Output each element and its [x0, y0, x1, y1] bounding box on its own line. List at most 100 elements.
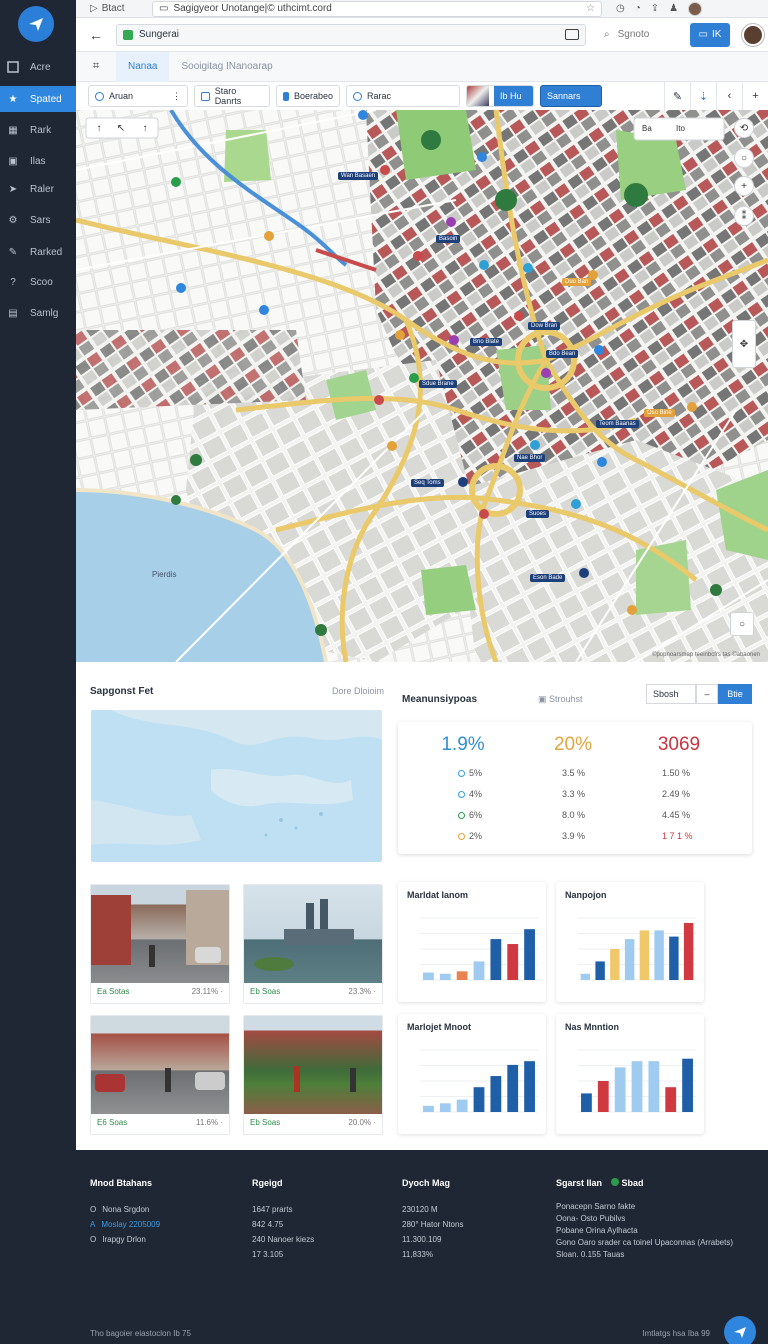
compass-icon[interactable]: ⟲	[734, 118, 754, 138]
map-pill[interactable]: Duo Ban	[562, 278, 592, 286]
footer-link[interactable]: O Irapgy Drlon	[90, 1232, 160, 1247]
locate-icon[interactable]: ○	[734, 148, 754, 168]
find-control[interactable]: ⌕ Sgnoto	[604, 29, 674, 40]
cursor-icon[interactable]: ↖	[112, 120, 130, 136]
map-pill[interactable]: Eson Bade	[530, 574, 566, 582]
sidebar-item-4[interactable]: ➤ Raler	[0, 176, 76, 202]
photo-card[interactable]: Eb Soas 20.0% ·	[243, 1015, 383, 1135]
map-filter-text2[interactable]: Ito	[676, 124, 685, 133]
pointer-icon[interactable]: ↑	[90, 120, 108, 136]
zoom-in-button[interactable]: +	[734, 176, 754, 196]
filter-label: Aruan	[109, 91, 134, 101]
window-icon[interactable]	[565, 29, 579, 40]
section-subtitle-right[interactable]: ▣ Strouhst	[538, 694, 583, 705]
sidebar-item-6[interactable]: ✎ Rarked	[0, 239, 76, 265]
sidebar-item-7[interactable]: ? Scoo	[0, 269, 76, 295]
map-pill[interactable]: Bdo Bean	[546, 350, 579, 358]
sidebar-item-8[interactable]: ▤ Samlg	[0, 300, 76, 326]
edit-icon[interactable]: ✎	[664, 82, 690, 110]
layers-icon[interactable]: ⁑	[734, 206, 754, 226]
sidebar-item-2[interactable]: ▦ Rark	[0, 117, 76, 143]
stat-cell-text: 2%	[469, 831, 483, 841]
seg-input[interactable]: Sbosh	[646, 684, 696, 704]
back-icon: ▷	[90, 3, 98, 14]
apps-icon[interactable]: ⌗	[76, 60, 116, 73]
sidebar-item-3[interactable]: ▣ Ilas	[0, 148, 76, 174]
arrow-left-icon[interactable]: ←	[76, 27, 116, 43]
map-filter-text[interactable]: Ba	[642, 124, 652, 133]
app-logo[interactable]	[18, 6, 54, 42]
chart-card[interactable]: Marlojet Mnoot	[398, 1014, 546, 1134]
filter-chip[interactable]: Boerabeo	[276, 85, 340, 107]
sidebar: Acre ★ Spated ▦ Rark ▣ Ilas ➤ Raler ⚙ Sars ✎ R…	[0, 0, 76, 1344]
map-pill[interactable]: Teom Baanas	[596, 420, 639, 428]
map-view[interactable]: ↑ ↖ ↑ Ba Ito ⟲ ○ + ⁑ ✥ ○ Pierdis Wan Bas…	[76, 110, 768, 662]
photo-value: 23.11% ·	[191, 987, 223, 996]
street-photo	[91, 1016, 229, 1114]
overview-minimap[interactable]	[91, 710, 382, 862]
browser-back-button[interactable]: ▷ Btact	[90, 3, 140, 14]
filter-chip[interactable]: Rarac	[346, 85, 460, 107]
filter-chip[interactable]: Aruan ⋮	[88, 85, 188, 107]
address-bar[interactable]: ▭ Sagigyeor Unotange|© uthcimt.cord ☆	[152, 0, 602, 17]
filter-chip-thumbnail[interactable]: Ib Hu	[466, 85, 534, 107]
search-input[interactable]: Sungerai	[116, 23, 586, 46]
bar	[631, 1061, 643, 1112]
filter-bar: Aruan ⋮ Staro Danrts Boerabeo Rarac Ib Hu…	[76, 82, 768, 110]
history-icon[interactable]: ◷	[616, 3, 625, 14]
map-pill[interactable]: Oso Bine	[644, 409, 675, 417]
seg-primary-button[interactable]: Btie	[718, 684, 752, 704]
filter-chip-selected[interactable]: Sannars	[540, 85, 602, 107]
photo-card[interactable]: Eb Soas 23.3% ·	[243, 884, 383, 1004]
seg-minus-button[interactable]: –	[696, 684, 718, 704]
pin-outline-icon[interactable]: ⇣	[690, 82, 716, 110]
map-pill[interactable]: Seq Toms	[411, 479, 444, 487]
section-subtitle-left[interactable]: Dore Dloioim	[332, 686, 384, 696]
footer-col-3: Dyoch Mag 230120 M 280° Hator Ntons 11.3…	[402, 1178, 463, 1262]
footer-link[interactable]: A Moslay 2205009	[90, 1217, 160, 1232]
map-pill[interactable]: Sdue Brane	[419, 380, 457, 388]
extension-icon[interactable]: ◔	[635, 3, 641, 14]
map-pill[interactable]: Bno Blate	[470, 338, 503, 346]
tab-social[interactable]: Sooigitag INanoarap	[169, 52, 284, 82]
footer-link[interactable]: O Nona Srgdon	[90, 1202, 160, 1217]
chart-card[interactable]: Nas Mnntion	[556, 1014, 704, 1134]
filter-label: Sannars	[547, 91, 581, 101]
tab-map[interactable]: Nanaa	[116, 51, 170, 82]
browser-avatar[interactable]	[688, 1, 703, 16]
primary-button[interactable]: ▭ IK	[690, 22, 730, 47]
footer-heading: Rgeigd	[252, 1178, 283, 1188]
bar	[423, 972, 434, 980]
sidebar-item-5[interactable]: ⚙ Sars	[0, 207, 76, 233]
share-icon[interactable]: ⇪	[651, 3, 659, 14]
footer-heading: Sgarst Ilan Sbad	[556, 1178, 756, 1188]
footer-col-4: Sgarst Ilan Sbad Ponacepn Sarno fakte Oo…	[556, 1178, 756, 1262]
map-pill[interactable]: Suoes	[526, 510, 550, 518]
chevron-left-icon[interactable]: ‹	[716, 82, 742, 110]
photo-card[interactable]: Ea Sotas 23.11% ·	[90, 884, 230, 1004]
stat-cell-text: 5%	[469, 768, 483, 778]
star-outline-icon[interactable]: ☆	[586, 3, 595, 14]
fab-button[interactable]	[724, 1316, 756, 1344]
map-pill[interactable]: Dow Bran	[528, 322, 561, 330]
map-pill[interactable]: Basoin	[436, 235, 461, 243]
arrow-up-icon[interactable]: ↑	[136, 120, 154, 136]
stat-cell: 2.49 %	[662, 789, 691, 799]
plus-icon[interactable]: +	[742, 82, 768, 110]
bar	[654, 930, 664, 980]
tab-bar: ⌗ Nanaa Sooigitag INanoarap	[76, 51, 768, 82]
pan-control[interactable]: ✥	[732, 320, 756, 368]
person-icon[interactable]: ♟	[669, 3, 678, 14]
photo-card[interactable]: E6 Soas 11.6% ·	[90, 1015, 230, 1135]
chart-card[interactable]: Nanpojon	[556, 882, 704, 1002]
fullscreen-button[interactable]: ○	[730, 612, 754, 636]
stat-cell: 3.9 %	[562, 831, 586, 841]
sidebar-item-1[interactable]: ★ Spated	[0, 86, 76, 112]
map-pill[interactable]: Wan Basaen	[338, 172, 379, 180]
chart-card[interactable]: Marldat Ianom	[398, 882, 546, 1002]
sidebar-item-0[interactable]: Acre	[0, 54, 76, 80]
filter-chip[interactable]: Staro Danrts	[194, 85, 270, 107]
user-avatar[interactable]	[742, 23, 764, 46]
map-pill[interactable]: Nae Bhor	[514, 454, 546, 462]
footer-text: 11,833%	[402, 1250, 433, 1259]
